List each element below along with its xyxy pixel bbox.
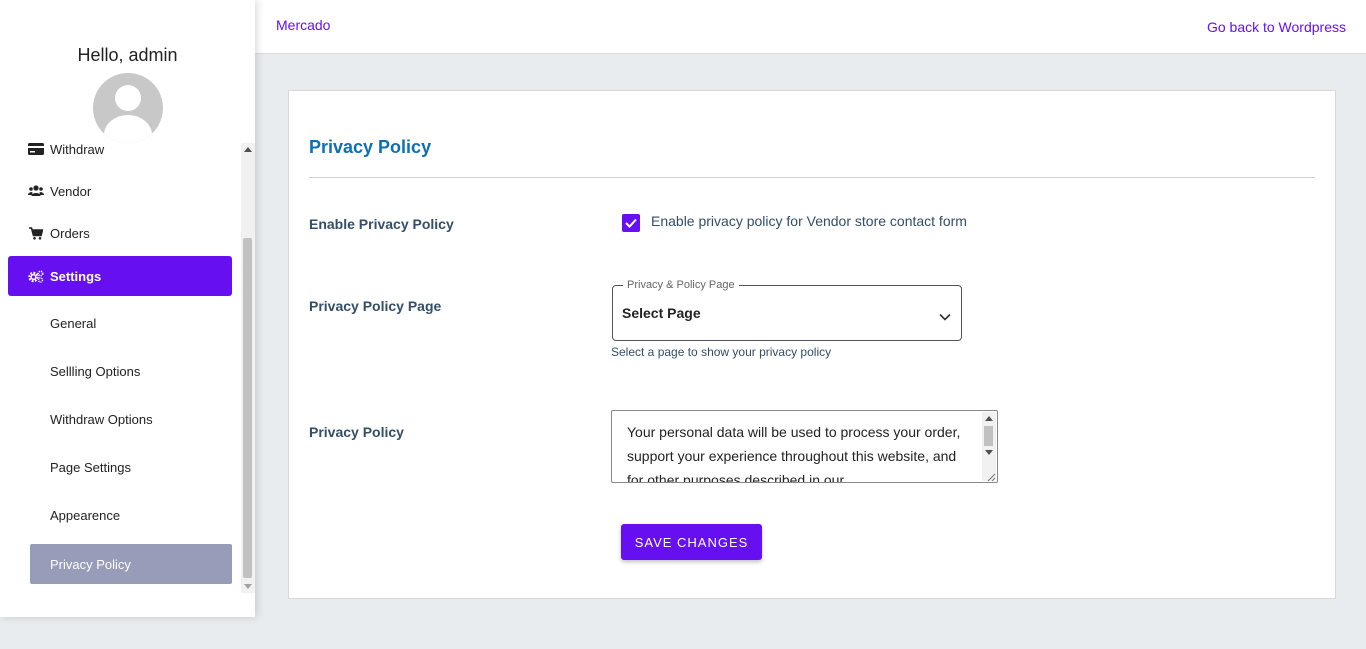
sidebar-item-label: Orders — [50, 225, 90, 241]
cart-icon — [28, 226, 44, 240]
settings-card: Privacy Policy Enable Privacy Policy Ena… — [288, 90, 1336, 599]
checkmark-icon — [625, 218, 637, 228]
chevron-down-icon — [939, 308, 951, 326]
sidebar-subitem-label: Privacy Policy — [50, 556, 131, 572]
sidebar-item-withdraw[interactable]: Withdraw — [8, 143, 232, 169]
sidebar-subitem-withdraw-options[interactable]: Withdraw Options — [30, 399, 232, 439]
scrollbar-thumb[interactable] — [984, 426, 993, 446]
sidebar-menu: Withdraw Vendor Orders Settings General … — [0, 143, 240, 593]
scroll-up-arrow-icon[interactable] — [985, 416, 993, 421]
select-value: Select Page — [622, 305, 701, 321]
sidebar-subitem-privacy-policy[interactable]: Privacy Policy — [30, 544, 232, 584]
sidebar-item-vendor[interactable]: Vendor — [8, 171, 232, 211]
sidebar-subitem-page-settings[interactable]: Page Settings — [30, 447, 232, 487]
scroll-down-arrow-icon[interactable] — [985, 450, 993, 455]
sidebar-item-label: Withdraw — [50, 143, 105, 157]
enable-privacy-label: Enable Privacy Policy — [309, 216, 454, 232]
scroll-up-arrow-icon[interactable] — [244, 147, 252, 152]
enable-privacy-checkbox[interactable] — [622, 214, 640, 232]
greeting: Hello, admin — [77, 45, 178, 65]
sidebar-subitem-label: Page Settings — [50, 459, 131, 475]
save-changes-button[interactable]: SAVE CHANGES — [621, 524, 762, 560]
gears-icon — [28, 269, 44, 283]
divider — [309, 177, 1315, 178]
sidebar-subitem-appearence[interactable]: Appearence — [30, 495, 232, 535]
sidebar-item-label: Settings — [50, 268, 102, 284]
privacy-page-select[interactable]: Privacy & Policy Page Select Page — [612, 279, 962, 341]
sidebar-subitem-label: Withdraw Options — [50, 411, 153, 427]
enable-privacy-text: Enable privacy policy for Vendor store c… — [651, 213, 967, 229]
sidebar-subitem-label: Sellling Options — [50, 363, 141, 379]
scrollbar-thumb[interactable] — [243, 238, 252, 578]
textarea-content: Your personal data will be used to proce… — [627, 424, 961, 483]
avatar-head — [115, 85, 141, 111]
brand-link[interactable]: Mercado — [276, 17, 330, 33]
scroll-down-arrow-icon[interactable] — [244, 584, 252, 589]
avatar-body — [104, 115, 152, 143]
sidebar-item-orders[interactable]: Orders — [8, 213, 232, 253]
sidebar-subitem-label: Appearence — [50, 507, 121, 523]
privacy-page-label: Privacy Policy Page — [309, 298, 442, 314]
avatar — [93, 73, 163, 143]
go-back-link[interactable]: Go back to Wordpress — [1207, 19, 1346, 35]
resize-handle-icon[interactable] — [984, 469, 996, 482]
privacy-policy-textarea[interactable]: Your personal data will be used to proce… — [611, 410, 998, 483]
sidebar-subitem-general[interactable]: General — [30, 303, 232, 343]
page-title: Privacy Policy — [309, 137, 432, 157]
sidebar-subitem-selling-options[interactable]: Sellling Options — [30, 351, 232, 391]
sidebar-item-settings[interactable]: Settings — [8, 256, 232, 296]
sidebar: Hello, admin Withdraw Vendor Orders Sett… — [0, 0, 255, 617]
sidebar-item-label: Vendor — [50, 183, 92, 199]
sidebar-scrollbar[interactable] — [241, 143, 255, 593]
select-help-text: Select a page to show your privacy polic… — [611, 345, 832, 359]
credit-card-icon — [28, 143, 44, 156]
select-legend: Privacy & Policy Page — [623, 279, 739, 291]
sidebar-subitem-label: General — [50, 315, 97, 331]
privacy-policy-label: Privacy Policy — [309, 424, 404, 440]
users-icon — [28, 184, 44, 198]
